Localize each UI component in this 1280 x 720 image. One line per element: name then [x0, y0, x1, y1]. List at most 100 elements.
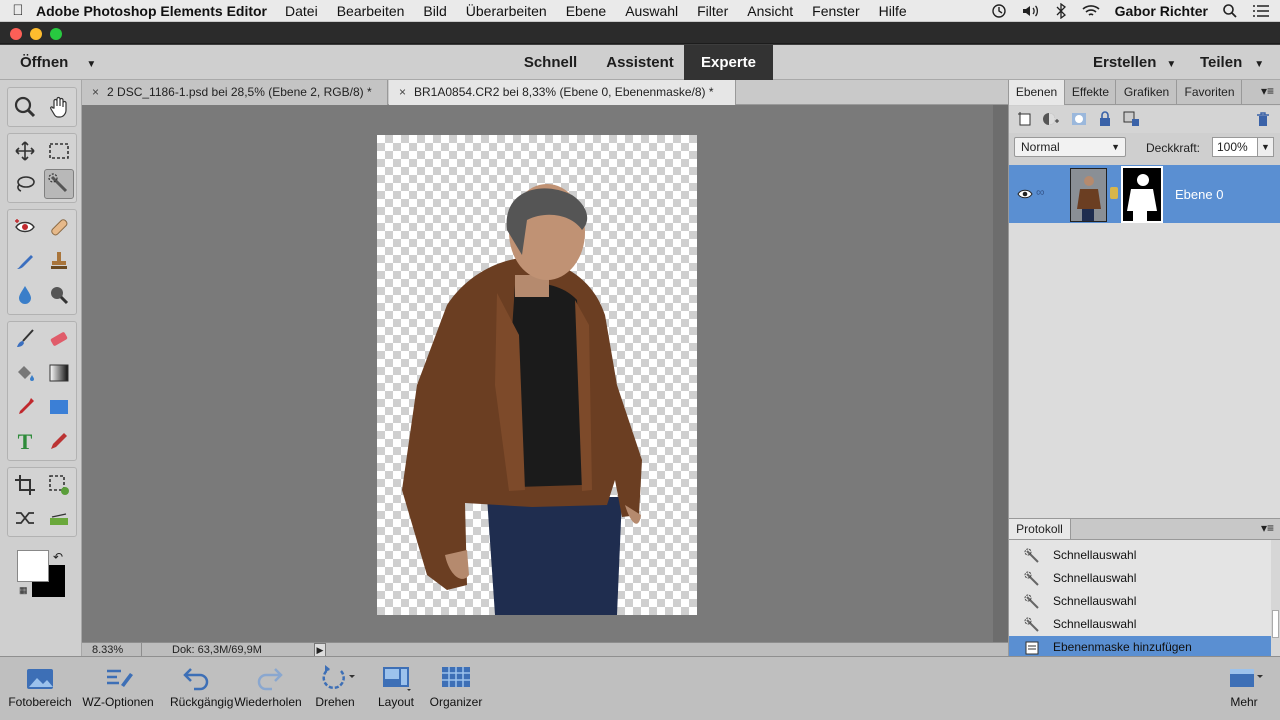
red-eye-tool-icon[interactable] — [10, 212, 40, 242]
tab-ebenen[interactable]: Ebenen — [1009, 80, 1065, 105]
smart-brush-tool-icon[interactable] — [10, 246, 40, 276]
bluetooth-icon[interactable] — [1055, 3, 1067, 19]
text-tool-icon[interactable]: T — [10, 426, 40, 456]
trash-icon[interactable] — [1255, 111, 1271, 127]
eyedropper-tool-icon[interactable] — [10, 392, 40, 422]
menu-ueberarbeiten[interactable]: Überarbeiten — [466, 3, 547, 19]
organizer-button[interactable]: Organizer — [426, 661, 486, 709]
document-tab[interactable]: × 2 DSC_1186-1.psd bei 28,5% (Ebene 2, RG… — [82, 80, 388, 105]
eye-icon[interactable] — [1017, 188, 1033, 200]
paint-bucket-tool-icon[interactable] — [10, 358, 40, 388]
brush-tool-icon[interactable] — [10, 324, 40, 354]
layer-name[interactable]: Ebene 0 — [1175, 187, 1223, 202]
tab-favoriten[interactable]: Favoriten — [1178, 80, 1242, 105]
menu-auswahl[interactable]: Auswahl — [625, 3, 678, 19]
redo-button[interactable]: Wiederholen — [230, 661, 306, 709]
layout-button[interactable]: Layout — [372, 661, 420, 709]
shape-tool-icon[interactable] — [44, 392, 74, 422]
create-menu[interactable]: Erstellen ▼ — [1093, 45, 1176, 80]
image-canvas[interactable] — [377, 135, 697, 615]
scrollbar-thumb[interactable] — [1272, 610, 1279, 638]
gradient-tool-icon[interactable] — [44, 358, 74, 388]
lock-all-icon[interactable] — [1097, 111, 1113, 127]
document-tab-active[interactable]: × BR1A0854.CR2 bei 8,33% (Ebene 0, Ebenen… — [389, 80, 736, 105]
lock-transparent-icon[interactable] — [1123, 111, 1141, 127]
minimize-window-button[interactable] — [30, 28, 42, 40]
blend-mode-select[interactable]: Normal ▼ — [1014, 137, 1126, 157]
menu-ansicht[interactable]: Ansicht — [747, 3, 793, 19]
move-tool-icon[interactable] — [10, 136, 40, 166]
blur-tool-icon[interactable] — [10, 280, 40, 310]
wifi-icon[interactable] — [1081, 3, 1101, 19]
eraser-tool-icon[interactable] — [44, 324, 74, 354]
panel-menu-icon[interactable]: ▾≡ — [1261, 84, 1274, 98]
tab-grafiken[interactable]: Grafiken — [1117, 80, 1177, 105]
mode-experte[interactable]: Experte — [684, 45, 773, 80]
vertical-scrollbar[interactable] — [993, 105, 1008, 642]
volume-icon[interactable] — [1021, 3, 1041, 19]
tab-effekte[interactable]: Effekte — [1066, 80, 1116, 105]
photo-bin-button[interactable]: Fotobereich — [4, 661, 76, 709]
quick-selection-tool-icon[interactable] — [44, 169, 74, 199]
open-menu[interactable]: Öffnen ▼ — [20, 45, 96, 80]
foreground-color-swatch[interactable] — [17, 550, 49, 582]
adjustment-layer-icon[interactable] — [1041, 111, 1061, 127]
app-name[interactable]: Adobe Photoshop Elements Editor — [36, 3, 267, 19]
history-item[interactable]: Schnellauswahl — [1009, 544, 1271, 567]
zoom-tool-icon[interactable] — [10, 92, 40, 122]
opacity-field[interactable]: 100% ▼ — [1212, 137, 1274, 157]
history-item[interactable]: Schnellauswahl — [1009, 567, 1271, 590]
menu-filter[interactable]: Filter — [697, 3, 728, 19]
mask-link-icon[interactable] — [1110, 187, 1118, 199]
apple-icon[interactable]:  — [0, 2, 36, 19]
link-chain-icon[interactable]: ∞ — [1036, 185, 1045, 199]
layer-row[interactable]: ∞ Ebene 0 — [1009, 165, 1280, 223]
mode-schnell[interactable]: Schnell — [508, 45, 593, 80]
mode-assistent[interactable]: Assistent — [597, 45, 683, 80]
crop-tool-icon[interactable] — [10, 470, 40, 500]
add-mask-icon[interactable] — [1071, 111, 1087, 127]
more-button[interactable]: Mehr — [1218, 661, 1270, 709]
menu-bearbeiten[interactable]: Bearbeiten — [337, 3, 405, 19]
user-name[interactable]: Gabor Richter — [1115, 3, 1208, 19]
tool-options-button[interactable]: WZ-Optionen — [78, 661, 158, 709]
lasso-tool-icon[interactable] — [10, 169, 40, 199]
spot-healing-tool-icon[interactable] — [44, 212, 74, 242]
default-colors-icon[interactable]: ▦ — [19, 585, 28, 596]
pencil-tool-icon[interactable] — [44, 426, 74, 456]
share-menu[interactable]: Teilen ▼ — [1200, 45, 1264, 80]
zoom-window-button[interactable] — [50, 28, 62, 40]
new-layer-icon[interactable] — [1017, 111, 1033, 127]
menu-ebene[interactable]: Ebene — [566, 3, 606, 19]
close-tab-icon[interactable]: × — [399, 85, 406, 99]
history-item[interactable]: Schnellauswahl — [1009, 613, 1271, 636]
menu-datei[interactable]: Datei — [285, 3, 318, 19]
notification-list-icon[interactable] — [1252, 3, 1270, 19]
clone-stamp-tool-icon[interactable] — [44, 246, 74, 276]
time-machine-icon[interactable] — [991, 3, 1007, 19]
history-item[interactable]: Schnellauswahl — [1009, 590, 1271, 613]
search-icon[interactable] — [1222, 3, 1238, 19]
sponge-tool-icon[interactable] — [44, 280, 74, 310]
marquee-tool-icon[interactable] — [44, 136, 74, 166]
play-arrow-icon[interactable]: ▶ — [314, 643, 326, 657]
history-scrollbar[interactable] — [1271, 540, 1280, 656]
straighten-tool-icon[interactable] — [44, 503, 74, 533]
hand-tool-icon[interactable] — [44, 92, 74, 122]
menu-bild[interactable]: Bild — [423, 3, 446, 19]
menu-hilfe[interactable]: Hilfe — [879, 3, 907, 19]
chevron-down-icon[interactable]: ▼ — [1257, 138, 1273, 156]
zoom-readout[interactable]: 8.33% — [82, 643, 142, 657]
panel-menu-icon[interactable]: ▾≡ — [1261, 521, 1274, 535]
recompose-tool-icon[interactable] — [44, 470, 74, 500]
layer-thumbnail[interactable] — [1070, 168, 1107, 222]
tab-protokoll[interactable]: Protokoll — [1009, 519, 1071, 539]
close-window-button[interactable] — [10, 28, 22, 40]
swap-colors-icon[interactable]: ↶ — [53, 550, 63, 564]
close-tab-icon[interactable]: × — [92, 85, 99, 99]
menu-fenster[interactable]: Fenster — [812, 3, 859, 19]
content-aware-move-icon[interactable] — [10, 503, 40, 533]
undo-button[interactable]: Rückgängig — [170, 661, 233, 709]
mask-thumbnail[interactable] — [1121, 166, 1163, 223]
rotate-button[interactable]: Drehen — [310, 661, 360, 709]
